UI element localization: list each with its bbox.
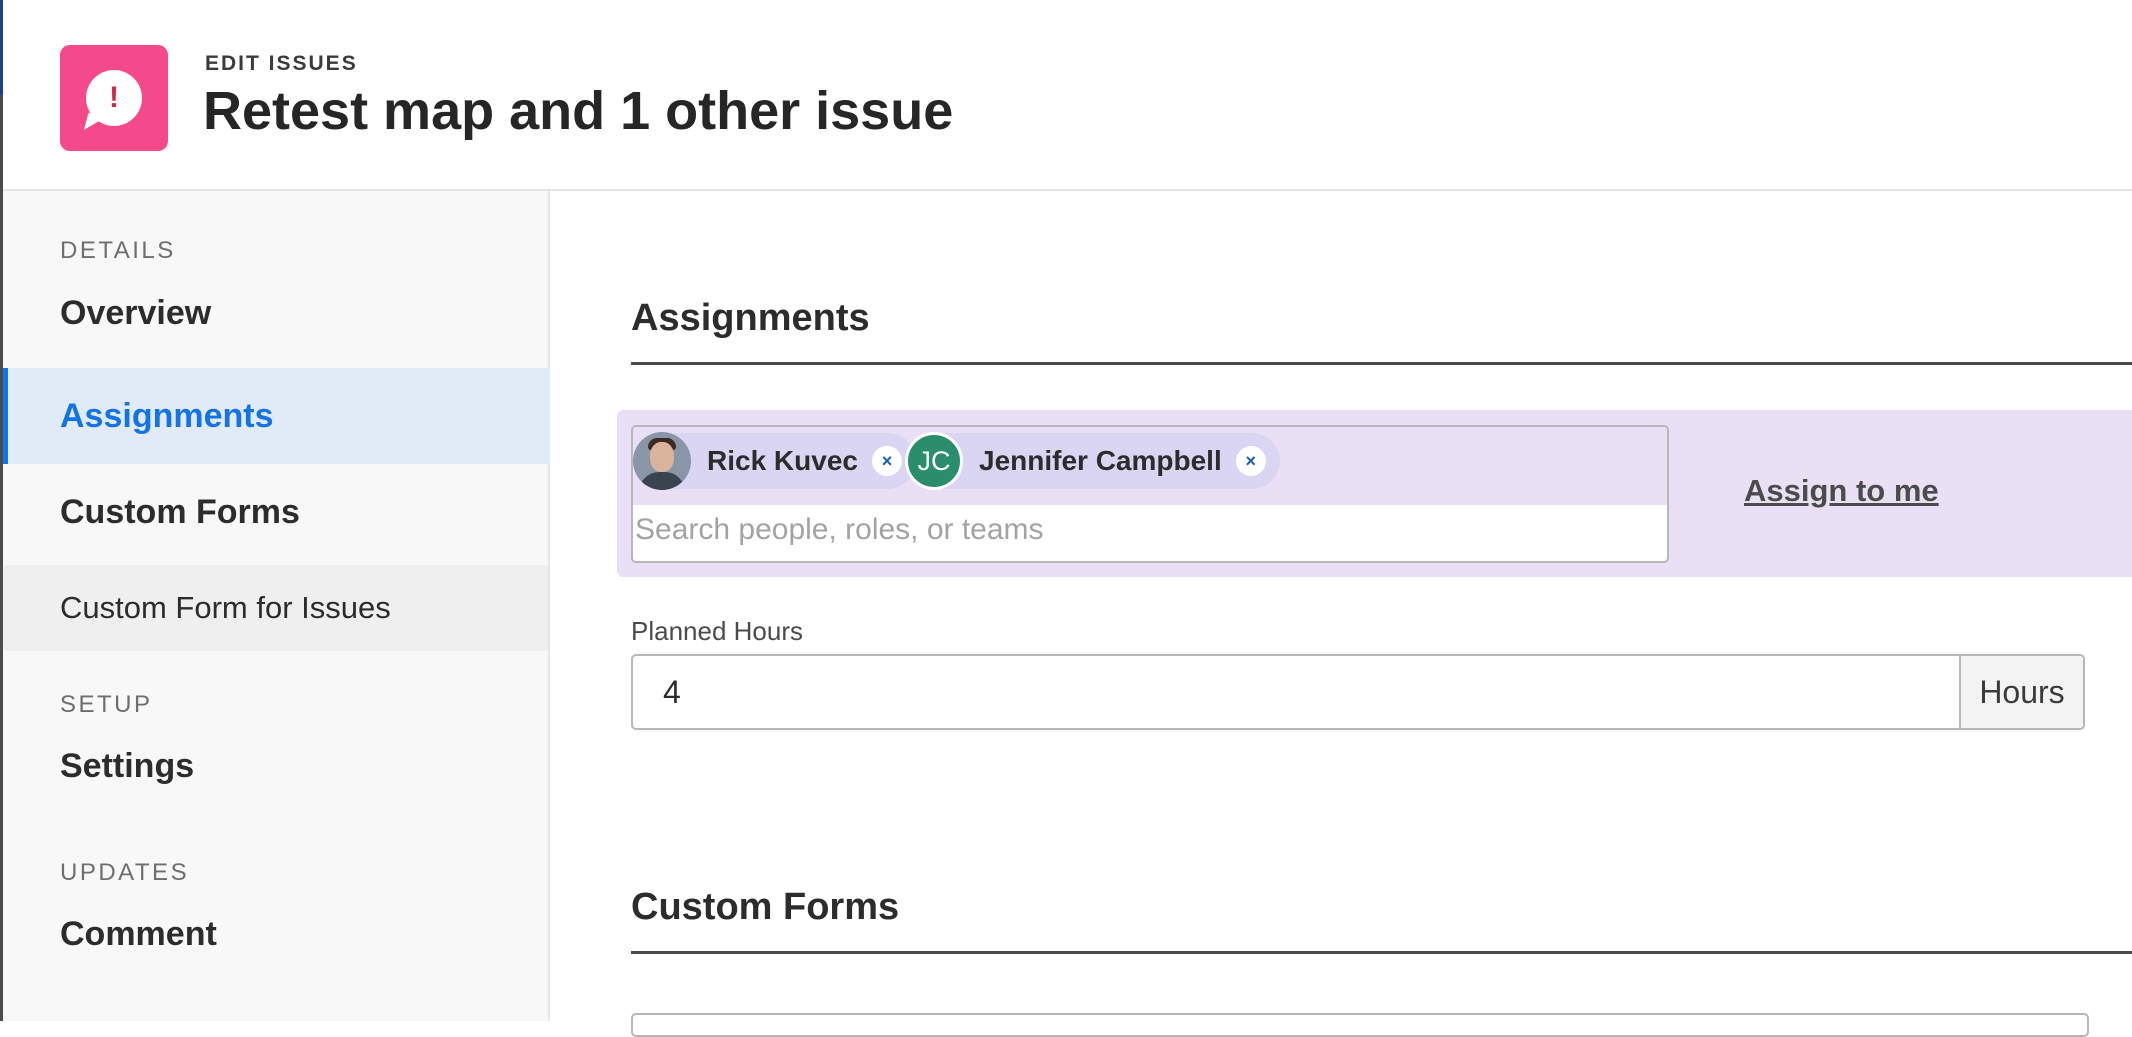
sidebar-item-label: Overview xyxy=(60,293,212,332)
page-title: Retest map and 1 other issue xyxy=(203,81,954,141)
assignee-chip-list: Rick Kuvec × JC Jennifer Campbell × xyxy=(633,427,1667,505)
section-divider xyxy=(631,362,2132,365)
sidebar-item-label: Settings xyxy=(60,746,195,785)
sidebar-item-assignments[interactable]: Assignments xyxy=(3,368,553,464)
main-content: Assignments Rick Kuvec × JC Jennifer Cam… xyxy=(550,191,2132,1037)
sidebar-item-label: Custom Form for Issues xyxy=(60,590,391,625)
assignee-chip: Rick Kuvec × xyxy=(633,432,916,490)
assignee-name: Rick Kuvec xyxy=(707,445,858,476)
sidebar-section-updates: UPDATES xyxy=(60,859,190,886)
sidebar-nav: DETAILS Overview Assignments Custom Form… xyxy=(3,191,553,1021)
speech-bubble-icon: ! xyxy=(86,70,142,126)
sidebar-section-details: DETAILS xyxy=(60,237,176,264)
page-header: ! EDIT ISSUES Retest map and 1 other iss… xyxy=(3,0,2132,191)
assignee-picker[interactable]: Rick Kuvec × JC Jennifer Campbell × xyxy=(631,425,1669,563)
section-divider xyxy=(631,951,2132,954)
sidebar-item-overview[interactable]: Overview xyxy=(3,278,548,348)
sidebar-item-label: Comment xyxy=(60,914,217,953)
planned-hours-field: Hours xyxy=(631,654,2085,730)
sidebar-item-label: Assignments xyxy=(60,396,274,435)
avatar: JC xyxy=(905,432,963,490)
remove-assignee-icon[interactable]: × xyxy=(1235,446,1266,476)
issue-bubble-icon: ! xyxy=(60,45,168,151)
avatar xyxy=(633,432,691,490)
page-eyebrow: EDIT ISSUES xyxy=(205,52,358,75)
hours-unit-label: Hours xyxy=(1959,656,2083,728)
exclamation-icon: ! xyxy=(109,81,119,114)
section-title-custom-forms: Custom Forms xyxy=(631,886,900,928)
assignee-name: Jennifer Campbell xyxy=(979,445,1222,476)
remove-assignee-icon[interactable]: × xyxy=(871,446,902,476)
sidebar-item-custom-forms[interactable]: Custom Forms xyxy=(3,464,548,560)
sidebar-item-label: Custom Forms xyxy=(60,492,300,531)
sidebar-item-comment[interactable]: Comment xyxy=(3,899,548,969)
sidebar-item-settings[interactable]: Settings xyxy=(3,731,548,801)
planned-hours-input[interactable] xyxy=(633,656,1959,728)
custom-form-select[interactable] xyxy=(631,1013,2089,1037)
assignee-chip: JC Jennifer Campbell × xyxy=(905,432,1280,490)
planned-hours-label: Planned Hours xyxy=(631,616,803,646)
assign-to-me-link[interactable]: Assign to me xyxy=(1744,473,1939,509)
sidebar-section-setup: SETUP xyxy=(60,691,153,718)
sidebar-item-custom-form-for-issues[interactable]: Custom Form for Issues xyxy=(3,565,548,651)
assignee-search-input[interactable] xyxy=(633,505,1663,555)
section-title-assignments: Assignments xyxy=(631,297,870,339)
